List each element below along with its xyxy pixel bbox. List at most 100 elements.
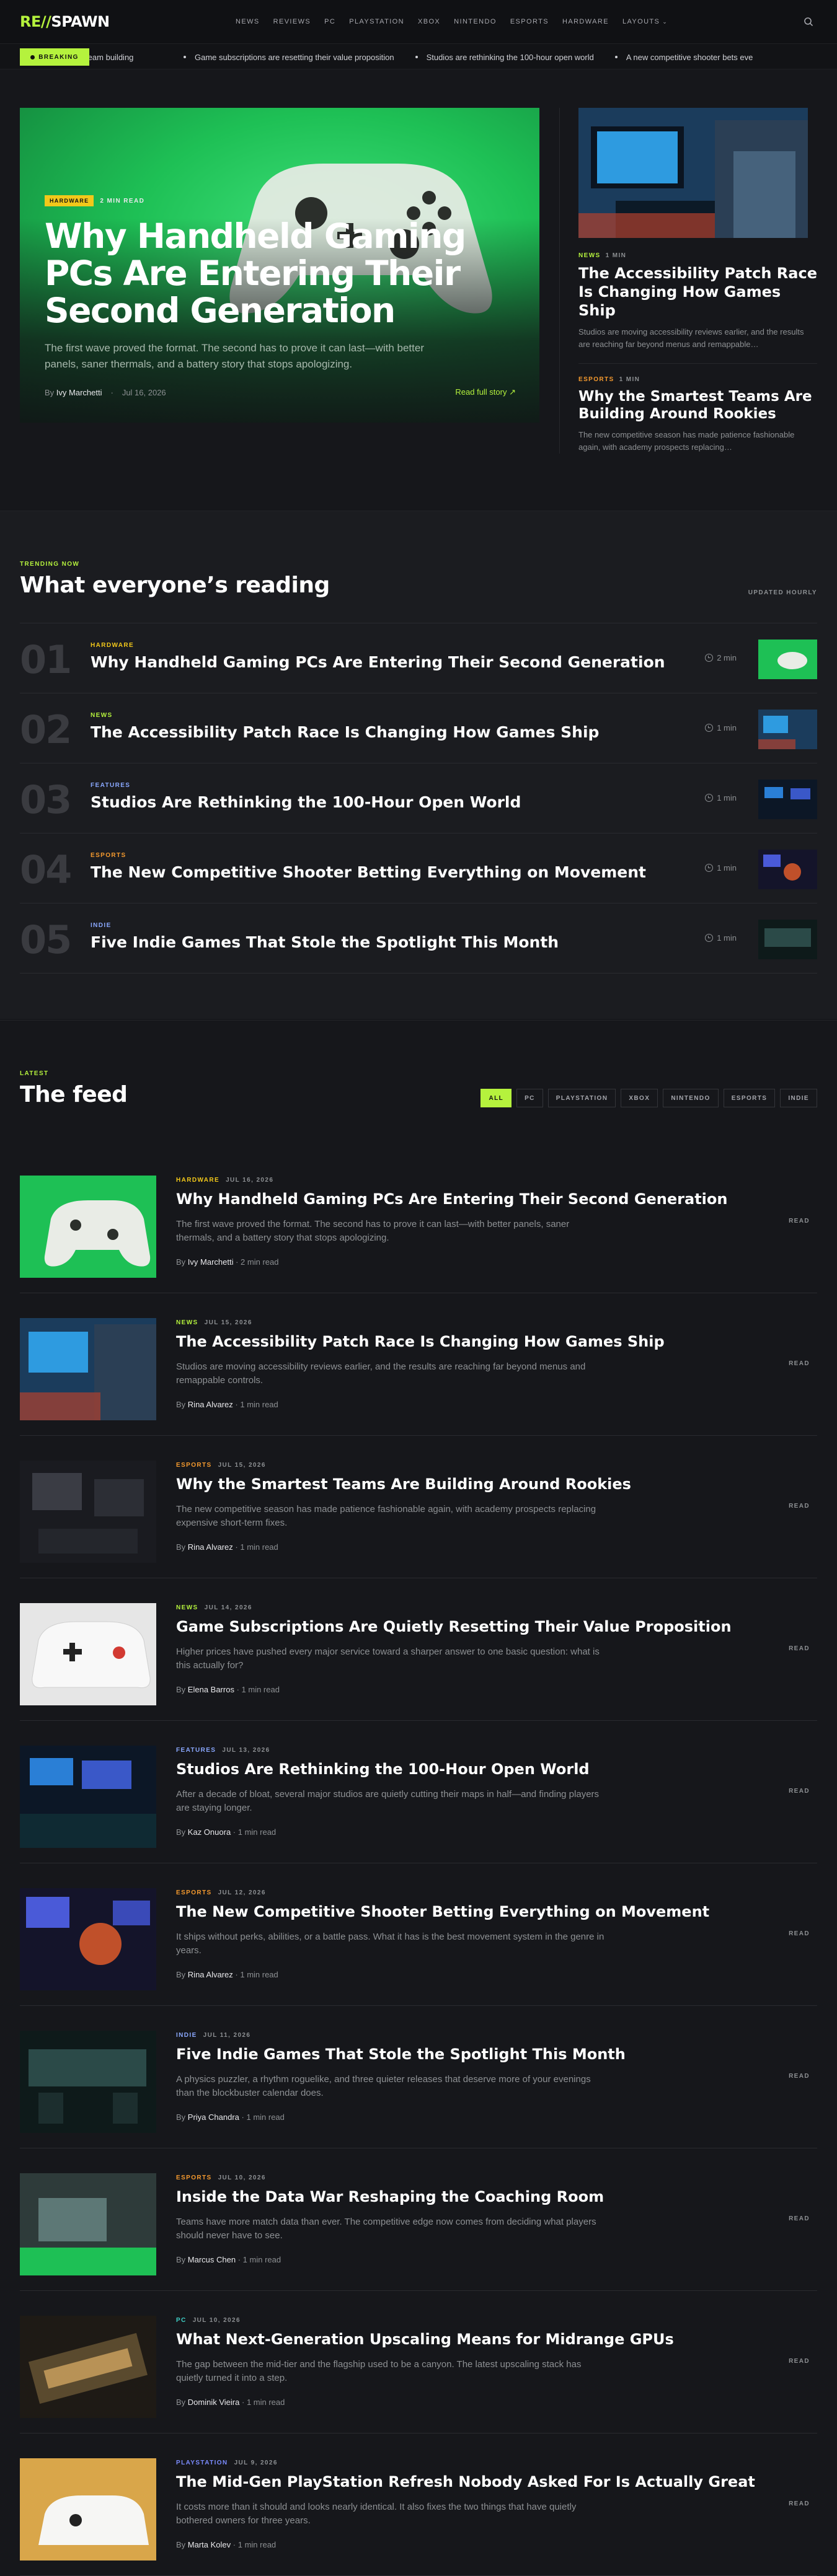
feed-item[interactable]: ESPORTS JUL 10, 2026 Inside the Data War … bbox=[20, 2148, 817, 2291]
read-link[interactable]: READ bbox=[789, 1503, 810, 1510]
feed-item[interactable]: ESPORTS JUL 12, 2026 The New Competitive … bbox=[20, 1863, 817, 2006]
row-title[interactable]: The Accessibility Patch Race Is Changing… bbox=[91, 723, 599, 741]
read-link[interactable]: READ bbox=[789, 2215, 810, 2222]
ticker-item[interactable]: A new competitive shooter bets eve bbox=[614, 53, 753, 62]
category-label[interactable]: ESPORTS bbox=[176, 1889, 212, 1896]
row-title[interactable]: Studios Are Rethinking the 100-Hour Open… bbox=[91, 793, 521, 811]
feed-item[interactable]: ESPORTS JUL 15, 2026 Why the Smartest Tea… bbox=[20, 1436, 817, 1578]
article-title[interactable]: Studios Are Rethinking the 100-Hour Open… bbox=[176, 1761, 590, 1778]
nav-xbox[interactable]: XBOX bbox=[418, 18, 440, 25]
feed-item[interactable]: HARDWARE JUL 16, 2026 Why Handheld Gaming… bbox=[20, 1151, 817, 1293]
thumbnail-image[interactable] bbox=[758, 780, 817, 819]
category-label[interactable]: INDIE bbox=[176, 2032, 197, 2039]
hero-title[interactable]: Why Handheld Gaming PCs Are Entering The… bbox=[45, 218, 516, 329]
article-image[interactable] bbox=[20, 1176, 156, 1278]
category-label[interactable]: ESPORTS bbox=[578, 376, 614, 383]
read-link[interactable]: READ bbox=[789, 1788, 810, 1795]
nav-nintendo[interactable]: NINTENDO bbox=[454, 18, 497, 25]
filter-nintendo[interactable]: NINTENDO bbox=[663, 1089, 719, 1107]
read-link[interactable]: READ bbox=[789, 1360, 810, 1367]
article-image[interactable] bbox=[20, 1318, 156, 1420]
feed-item[interactable]: NEWS JUL 14, 2026 Game Subscriptions Are … bbox=[20, 1578, 817, 1721]
gaming-setup-image[interactable] bbox=[578, 108, 808, 238]
nav-layouts[interactable]: LAYOUTS ⌄ bbox=[622, 18, 668, 25]
ticker-item[interactable]: Game subscriptions are resetting their v… bbox=[184, 53, 394, 62]
feed-item[interactable]: PC JUL 10, 2026 What Next-Generation Upsc… bbox=[20, 2291, 817, 2433]
hero-card[interactable]: HARDWARE 2 MIN READ Why Handheld Gaming P… bbox=[20, 108, 539, 423]
category-label[interactable]: NEWS bbox=[176, 1604, 198, 1611]
read-link[interactable]: READ bbox=[789, 2500, 810, 2507]
nav-esports[interactable]: ESPORTS bbox=[510, 18, 549, 25]
trending-row[interactable]: 01 HARDWARE Why Handheld Gaming PCs Are … bbox=[20, 623, 817, 693]
nav-playstation[interactable]: PLAYSTATION bbox=[349, 18, 404, 25]
author-link[interactable]: Ivy Marchetti bbox=[188, 1257, 234, 1267]
category-label[interactable]: NEWS bbox=[578, 252, 601, 259]
category-label[interactable]: NEWS bbox=[176, 1319, 198, 1326]
author-link[interactable]: Ivy Marchetti bbox=[56, 388, 102, 397]
category-label[interactable]: FEATURES bbox=[176, 1747, 216, 1754]
feed-item[interactable]: NEWS JUL 15, 2026 The Accessibility Patch… bbox=[20, 1293, 817, 1436]
thumbnail-image[interactable] bbox=[758, 920, 817, 959]
thumbnail-image[interactable] bbox=[758, 850, 817, 889]
article-image[interactable] bbox=[20, 2458, 156, 2561]
article-title[interactable]: The Accessibility Patch Race Is Changing… bbox=[176, 1333, 665, 1350]
article-title[interactable]: What Next-Generation Upscaling Means for… bbox=[176, 2331, 674, 2348]
row-title[interactable]: Five Indie Games That Stole the Spotligh… bbox=[91, 933, 559, 951]
author-link[interactable]: Marcus Chen bbox=[188, 2255, 236, 2264]
article-image[interactable] bbox=[20, 1888, 156, 1990]
feed-item[interactable]: INDIE JUL 11, 2026 Five Indie Games That … bbox=[20, 2006, 817, 2148]
author-link[interactable]: Priya Chandra bbox=[188, 2112, 239, 2122]
category-label[interactable]: HARDWARE bbox=[176, 1177, 219, 1184]
article-title[interactable]: Why the Smartest Teams Are Building Arou… bbox=[176, 1475, 631, 1493]
author-link[interactable]: Marta Kolev bbox=[188, 2540, 231, 2549]
author-link[interactable]: Kaz Onuora bbox=[188, 1827, 231, 1837]
filter-indie[interactable]: INDIE bbox=[780, 1089, 817, 1107]
article-image[interactable] bbox=[20, 2173, 156, 2275]
author-link[interactable]: Rina Alvarez bbox=[188, 1400, 233, 1409]
story-title[interactable]: Why the Smartest Teams Are Building Arou… bbox=[578, 388, 817, 423]
read-full-story-link[interactable]: Read full story ↗ bbox=[455, 387, 516, 397]
category-label[interactable]: ESPORTS bbox=[176, 2174, 212, 2181]
author-link[interactable]: Elena Barros bbox=[188, 1685, 234, 1694]
read-link[interactable]: READ bbox=[789, 1218, 810, 1224]
search-icon[interactable] bbox=[804, 17, 813, 27]
article-image[interactable] bbox=[20, 1461, 156, 1563]
nav-news[interactable]: NEWS bbox=[236, 18, 260, 25]
read-link[interactable]: READ bbox=[789, 1930, 810, 1937]
category-label[interactable]: PLAYSTATION bbox=[176, 2460, 228, 2466]
author-link[interactable]: Rina Alvarez bbox=[188, 1542, 233, 1552]
row-title[interactable]: Why Handheld Gaming PCs Are Entering The… bbox=[91, 653, 665, 671]
article-image[interactable] bbox=[20, 2031, 156, 2133]
article-image[interactable] bbox=[20, 2316, 156, 2418]
article-title[interactable]: Game Subscriptions Are Quietly Resetting… bbox=[176, 1618, 732, 1635]
filter-all[interactable]: ALL bbox=[480, 1089, 512, 1107]
trending-row[interactable]: 04 ESPORTS The New Competitive Shooter B… bbox=[20, 833, 817, 903]
thumbnail-image[interactable] bbox=[758, 640, 817, 679]
nav-hardware[interactable]: HARDWARE bbox=[562, 18, 609, 25]
author-link[interactable]: Rina Alvarez bbox=[188, 1970, 233, 1979]
feed-item[interactable]: PLAYSTATION JUL 9, 2026 The Mid-Gen PlayS… bbox=[20, 2433, 817, 2576]
article-title[interactable]: Five Indie Games That Stole the Spotligh… bbox=[176, 2046, 626, 2063]
category-badge[interactable]: HARDWARE bbox=[45, 195, 94, 206]
story-title[interactable]: The Accessibility Patch Race Is Changing… bbox=[578, 264, 817, 320]
trending-row[interactable]: 02 NEWS The Accessibility Patch Race Is … bbox=[20, 693, 817, 763]
filter-pc[interactable]: PC bbox=[516, 1089, 543, 1107]
read-link[interactable]: READ bbox=[789, 2073, 810, 2080]
category-label[interactable]: PC bbox=[176, 2317, 187, 2324]
article-title[interactable]: The Mid-Gen PlayStation Refresh Nobody A… bbox=[176, 2473, 755, 2490]
read-link[interactable]: READ bbox=[789, 1645, 810, 1652]
trending-row[interactable]: 03 FEATURES Studios Are Rethinking the 1… bbox=[20, 763, 817, 833]
category-label[interactable]: ESPORTS bbox=[176, 1462, 212, 1469]
filter-playstation[interactable]: PLAYSTATION bbox=[547, 1089, 616, 1107]
article-title[interactable]: Inside the Data War Reshaping the Coachi… bbox=[176, 2188, 604, 2205]
nav-pc[interactable]: PC bbox=[324, 18, 335, 25]
filter-xbox[interactable]: XBOX bbox=[621, 1089, 658, 1107]
article-title[interactable]: The New Competitive Shooter Betting Ever… bbox=[176, 1903, 709, 1920]
filter-esports[interactable]: ESPORTS bbox=[723, 1089, 776, 1107]
nav-reviews[interactable]: REVIEWS bbox=[273, 18, 311, 25]
read-link[interactable]: READ bbox=[789, 2358, 810, 2365]
article-title[interactable]: Why Handheld Gaming PCs Are Entering The… bbox=[176, 1190, 727, 1208]
thumbnail-image[interactable] bbox=[758, 710, 817, 749]
article-image[interactable] bbox=[20, 1603, 156, 1705]
article-image[interactable] bbox=[20, 1746, 156, 1848]
